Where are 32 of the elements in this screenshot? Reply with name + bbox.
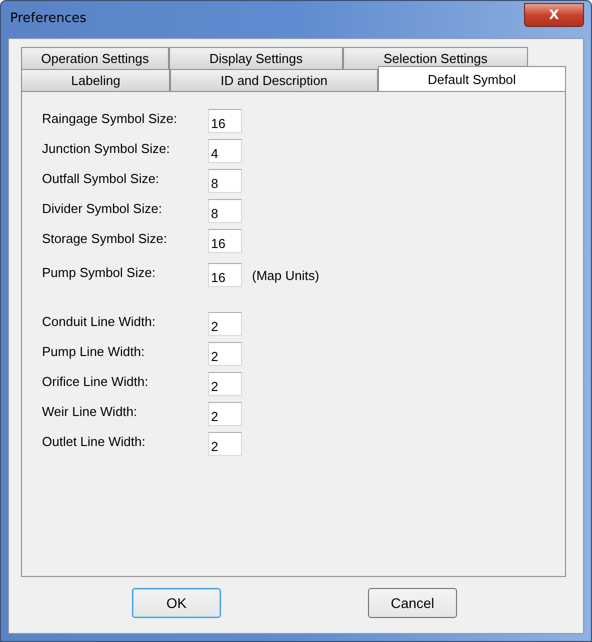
tab[interactable]: Default Symbol (378, 66, 566, 91)
field-label: Raingage Symbol Size: (42, 110, 178, 126)
field-label: Junction Symbol Size: (42, 140, 171, 156)
input-field[interactable]: 2 (208, 432, 242, 456)
field-label: Conduit Line Width: (42, 314, 156, 328)
field-label: Storage Symbol Size: (42, 230, 168, 246)
input-field[interactable]: 16 (208, 109, 242, 133)
unit-label: (Map Units) (252, 268, 320, 282)
input-field[interactable]: 8 (208, 199, 242, 223)
input-field[interactable]: 2 (208, 312, 242, 336)
ok-button[interactable]: OK (132, 588, 221, 618)
input-field[interactable]: 2 (208, 342, 242, 366)
close-button[interactable]: X (524, 3, 584, 27)
tab[interactable]: Labeling (21, 69, 170, 91)
field-label: Pump Symbol Size: (42, 264, 156, 280)
field-label: Divider Symbol Size: (42, 200, 163, 216)
field-label: Outfall Symbol Size: (42, 170, 160, 186)
field-label: Weir Line Width: (42, 404, 138, 418)
input-field[interactable]: 16 (208, 263, 242, 287)
field-label: Outlet Line Width: (42, 434, 146, 448)
input-field[interactable]: 16 (208, 229, 242, 253)
input-field[interactable]: 4 (208, 139, 242, 163)
window-title: Preferences (10, 11, 86, 26)
input-field[interactable]: 8 (208, 169, 242, 193)
tab[interactable]: Display Settings (169, 47, 343, 69)
tab[interactable]: Operation Settings (21, 47, 169, 69)
field-label: Pump Line Width: (42, 344, 146, 358)
cancel-button[interactable]: Cancel (368, 588, 457, 618)
tab[interactable]: ID and Description (170, 69, 378, 91)
input-field[interactable]: 2 (208, 402, 242, 426)
field-label: Orifice Line Width: (42, 374, 150, 388)
input-field[interactable]: 2 (208, 372, 242, 396)
